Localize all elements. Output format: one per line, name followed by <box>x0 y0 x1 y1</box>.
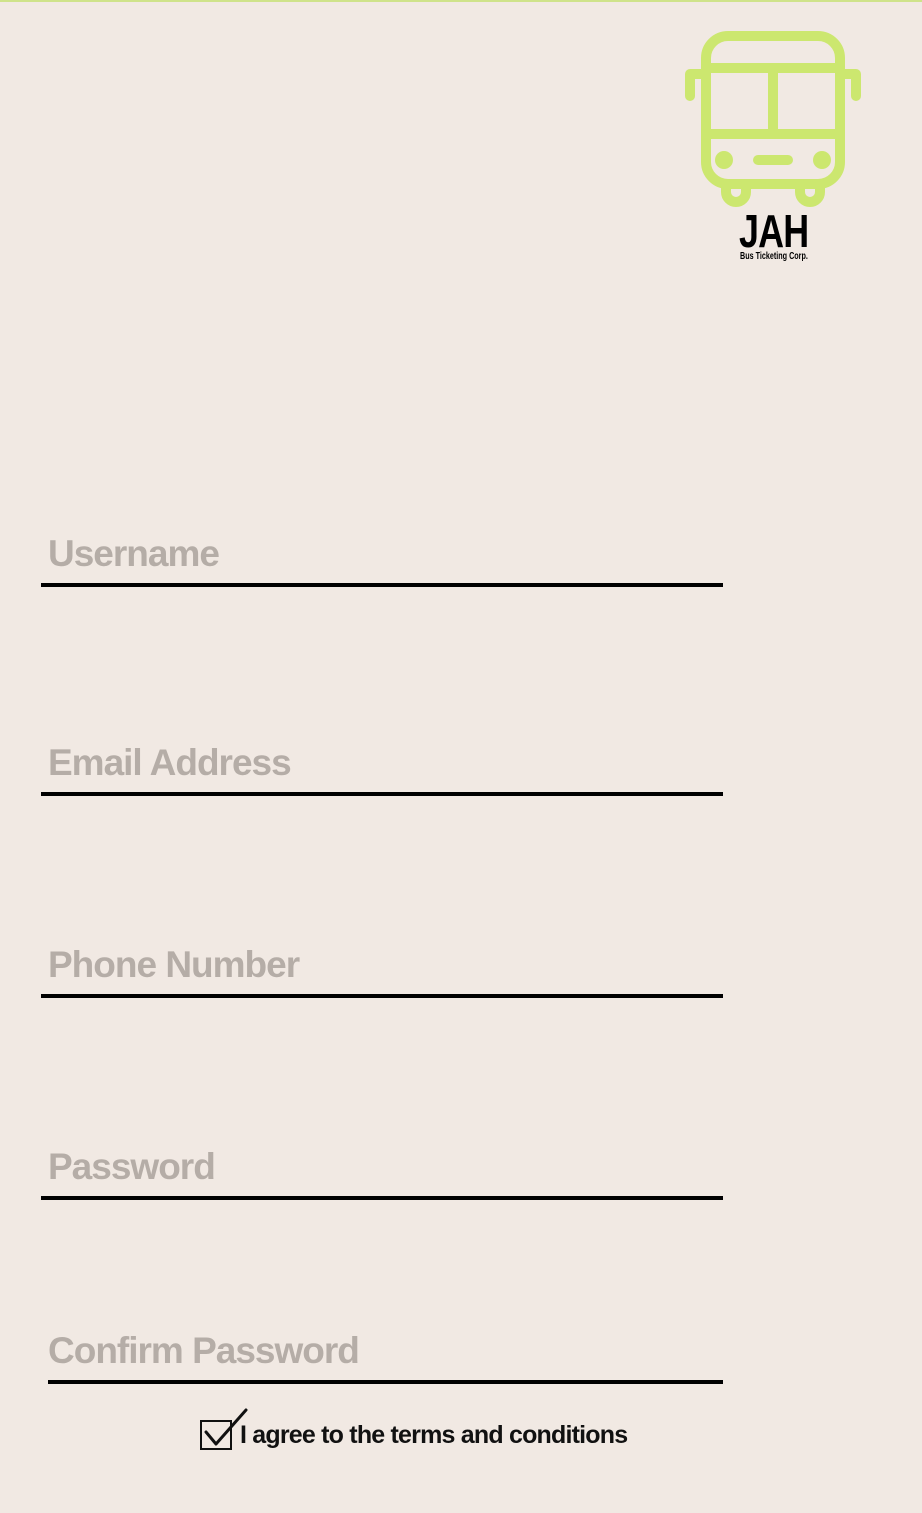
brand-tagline: Bus Ticketing Corp. <box>740 251 808 262</box>
terms-agreement[interactable]: I agree to the terms and conditions <box>200 1408 628 1452</box>
confirm-password-field <box>48 1322 723 1384</box>
brand-name: JAH <box>739 205 809 257</box>
phone-input[interactable] <box>48 942 723 988</box>
password-field <box>41 1138 723 1200</box>
username-field <box>41 525 723 587</box>
brand-logo: JAH Bus Ticketing Corp. <box>678 24 868 264</box>
password-input[interactable] <box>48 1144 723 1190</box>
phone-field <box>41 936 723 998</box>
username-input[interactable] <box>48 531 723 577</box>
terms-checkbox[interactable] <box>200 1408 248 1450</box>
bus-icon <box>685 31 861 207</box>
confirm-password-input[interactable] <box>48 1328 723 1374</box>
terms-label: I agree to the terms and conditions <box>240 1420 628 1449</box>
checkmark-icon <box>204 1408 248 1446</box>
email-input[interactable] <box>48 740 723 786</box>
top-accent-rule <box>0 0 922 2</box>
email-field <box>41 734 723 796</box>
